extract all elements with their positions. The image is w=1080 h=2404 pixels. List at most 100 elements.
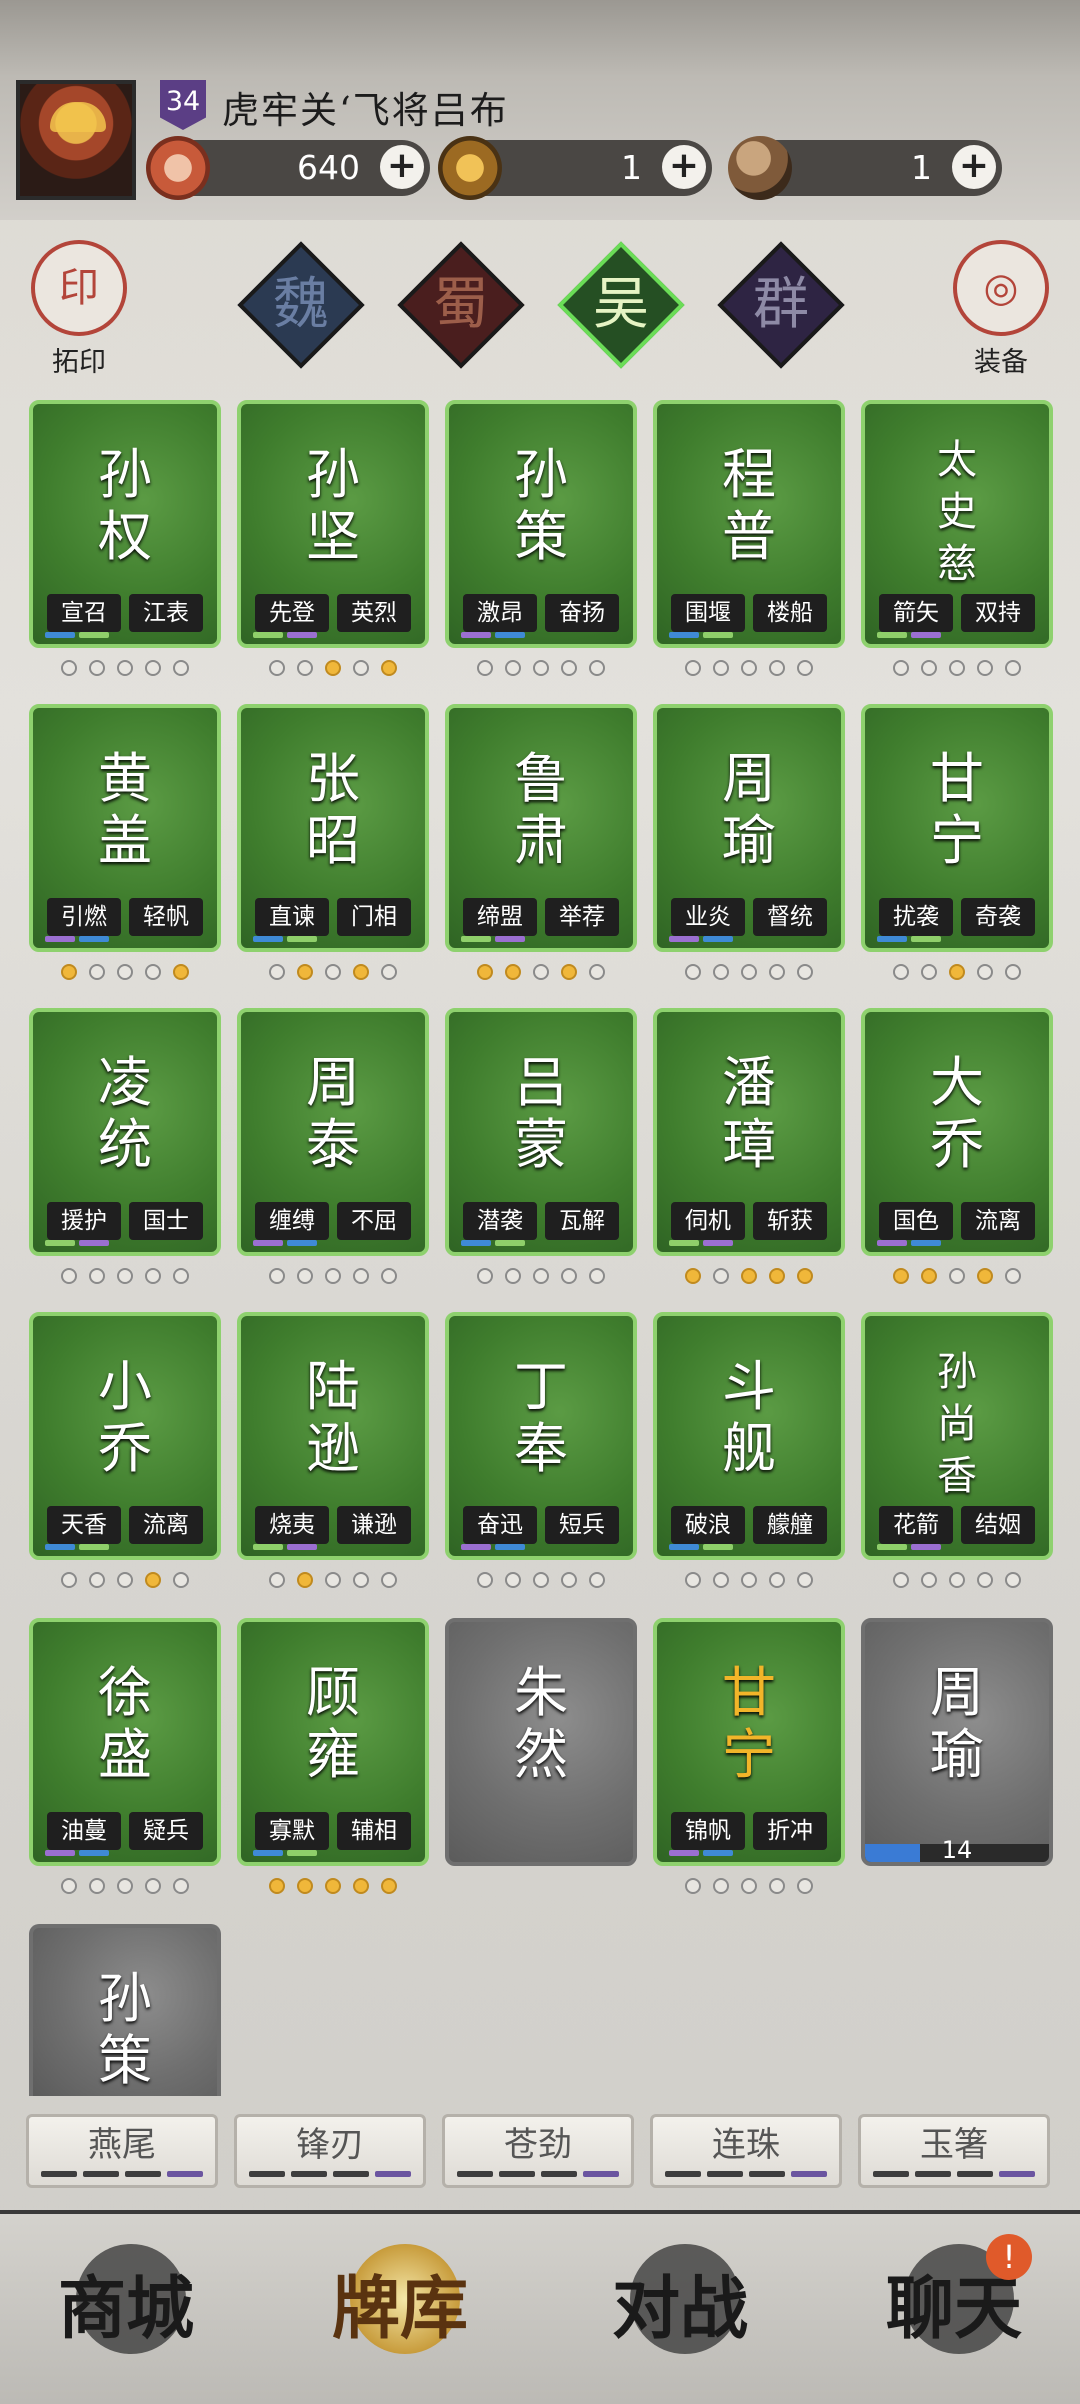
star-dot [1005, 964, 1021, 980]
star-dot [117, 1268, 133, 1284]
star-dot [89, 1268, 105, 1284]
star-dot [173, 964, 189, 980]
hero-card[interactable]: 孙 权宣召 江表 [29, 400, 221, 648]
hero-card[interactable]: 徐 盛油蔓 疑兵 [29, 1618, 221, 1866]
nav-shop[interactable]: 商城 [6, 2234, 246, 2384]
hero-name: 程 普 [722, 443, 776, 568]
star-dot [769, 1268, 785, 1284]
faction-tab-wei[interactable]: 魏 [236, 240, 366, 370]
star-dots [29, 1878, 221, 1898]
star-dot [533, 964, 549, 980]
star-dot [921, 660, 937, 676]
hero-card[interactable]: 周 泰缠缚 不屈 [237, 1008, 429, 1256]
hero-card[interactable]: 鲁 肃缔盟 举荐 [445, 704, 637, 952]
star-dot [61, 964, 77, 980]
star-dot [353, 660, 369, 676]
skill-label: 先登 [255, 594, 329, 632]
hero-card[interactable]: 吕 蒙潜袭 瓦解 [445, 1008, 637, 1256]
add-scroll-button[interactable]: + [662, 145, 706, 189]
hero-card[interactable]: 孙 坚先登 英烈 [237, 400, 429, 648]
star-dot [381, 1268, 397, 1284]
hero-name: 徐 盛 [98, 1661, 152, 1786]
tab-lianzhu[interactable]: 连珠 [650, 2114, 842, 2188]
avatar[interactable] [16, 80, 136, 200]
nav-battle[interactable]: 对战 [560, 2234, 800, 2384]
hero-card[interactable]: 甘 宁扰袭 奇袭 [861, 704, 1053, 952]
rarity-bars [253, 1544, 317, 1550]
star-dot [977, 964, 993, 980]
tab-cangjin[interactable]: 苍劲 [442, 2114, 634, 2188]
hero-name: 潘 璋 [722, 1051, 776, 1176]
hero-card[interactable]: 张 昭直谏 门相 [237, 704, 429, 952]
hero-card[interactable]: 丁 奉奋迅 短兵 [445, 1312, 637, 1560]
star-dot [741, 1572, 757, 1588]
nav-deck[interactable]: 牌库 [280, 2234, 520, 2384]
skill-label: 伺机 [671, 1202, 745, 1240]
star-dot [353, 1572, 369, 1588]
star-dots [445, 1268, 637, 1288]
hero-name: 鲁 肃 [514, 747, 568, 872]
hero-card[interactable]: 黄 盖引燃 轻帆 [29, 704, 221, 952]
hero-card[interactable]: 顾 雍寡默 辅相 [237, 1618, 429, 1866]
rarity-bars [877, 632, 941, 638]
hero-name: 周 泰 [306, 1051, 360, 1176]
hero-card[interactable]: 甘 宁锦帆 折冲 [653, 1618, 845, 1866]
star-dot [977, 660, 993, 676]
hero-card[interactable]: 凌 统援护 国士 [29, 1008, 221, 1256]
tab-fengren[interactable]: 锋刃 [234, 2114, 426, 2188]
hero-card[interactable]: 孙 策 [29, 1924, 221, 2096]
hero-card[interactable]: 斗 舰破浪 艨艟 [653, 1312, 845, 1560]
tab-yuzhu[interactable]: 玉箸 [858, 2114, 1050, 2188]
rubbing-button[interactable]: 印 拓印 [24, 240, 134, 379]
tab-yanwei[interactable]: 燕尾 [26, 2114, 218, 2188]
nav-chat[interactable]: 聊天 ! [834, 2234, 1074, 2384]
skill-label: 油蔓 [47, 1812, 121, 1850]
skill-label: 楼船 [753, 594, 827, 632]
faction-tab-wu[interactable]: 吴 [556, 240, 686, 370]
faction-tab-shu[interactable]: 蜀 [396, 240, 526, 370]
star-dot [61, 660, 77, 676]
add-orb-button[interactable]: + [952, 145, 996, 189]
hero-card[interactable]: 周 瑜业炎 督统 [653, 704, 845, 952]
skill-label: 烧夷 [255, 1506, 329, 1544]
hero-card[interactable]: 陆 逊烧夷 谦逊 [237, 1312, 429, 1560]
hero-card[interactable]: 孙 策激昂 奋扬 [445, 400, 637, 648]
hero-card[interactable]: 潘 璋伺机 斩获 [653, 1008, 845, 1256]
skill-label: 缔盟 [463, 898, 537, 936]
hero-card[interactable]: 周 瑜 14 [861, 1618, 1053, 1866]
star-dot [325, 1572, 341, 1588]
star-dot [505, 964, 521, 980]
star-dots [445, 660, 637, 680]
faction-tab-qun[interactable]: 群 [716, 240, 846, 370]
star-dot [297, 1268, 313, 1284]
star-dots [237, 1878, 429, 1898]
skill-label: 箭矢 [879, 594, 953, 632]
add-swords-button[interactable]: + [380, 145, 424, 189]
hero-name: 朱 然 [514, 1661, 568, 1786]
star-dot [269, 1572, 285, 1588]
skill-label: 折冲 [753, 1812, 827, 1850]
star-dot [769, 1878, 785, 1894]
star-dots [861, 660, 1053, 680]
equipment-button[interactable]: ◎ 装备 [946, 240, 1056, 379]
star-dot [1005, 1572, 1021, 1588]
hero-name: 张 昭 [306, 747, 360, 872]
resource-scroll: 1 + [438, 136, 712, 200]
star-dots [445, 1572, 637, 1592]
hero-card[interactable]: 太 史 慈箭矢 双持 [861, 400, 1053, 648]
skill-label: 奋迅 [463, 1506, 537, 1544]
skill-label: 天香 [47, 1506, 121, 1544]
hero-card[interactable]: 孙 尚 香花箭 结姻 [861, 1312, 1053, 1560]
rarity-bars [461, 632, 525, 638]
skill-label: 激昂 [463, 594, 537, 632]
hero-card[interactable]: 小 乔天香 流离 [29, 1312, 221, 1560]
star-dot [381, 1572, 397, 1588]
skill-label: 短兵 [545, 1506, 619, 1544]
hero-card[interactable]: 程 普围堰 楼船 [653, 400, 845, 648]
star-dots [29, 964, 221, 984]
skill-label: 结姻 [961, 1506, 1035, 1544]
hero-card[interactable]: 朱 然 [445, 1618, 637, 1866]
hero-card[interactable]: 大 乔国色 流离 [861, 1008, 1053, 1256]
skill-label: 破浪 [671, 1506, 745, 1544]
star-dot [173, 1268, 189, 1284]
